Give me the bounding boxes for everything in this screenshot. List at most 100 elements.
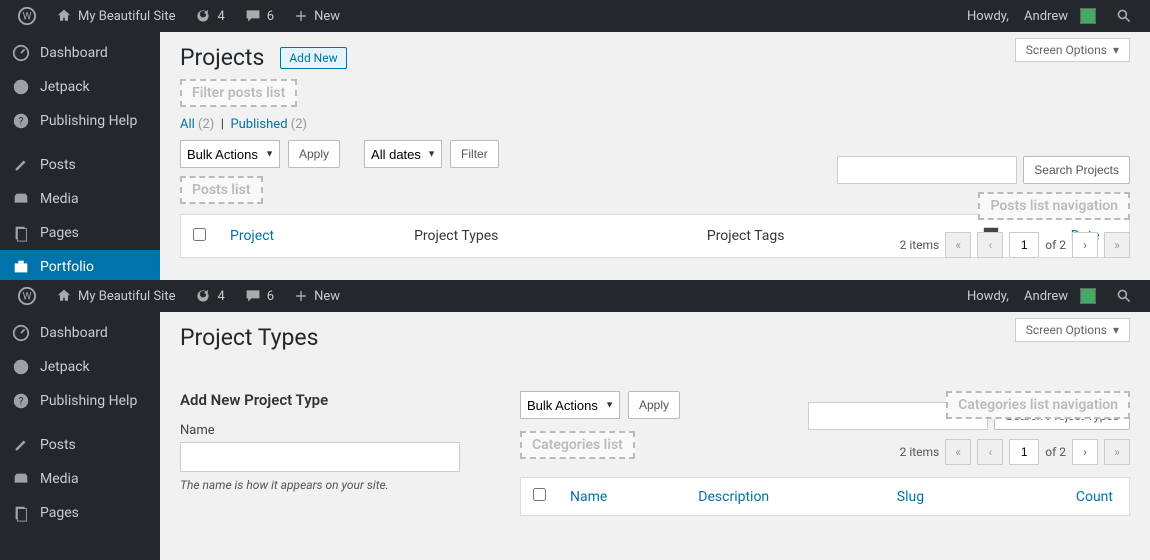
- current-page-input[interactable]: [1009, 439, 1039, 465]
- account-link[interactable]: Howdy, Andrew: [957, 0, 1106, 32]
- sidebar-item-label: Media: [40, 471, 79, 487]
- sidebar-item-label: Publishing Help: [40, 393, 137, 409]
- sidebar-item-publishing-help[interactable]: ? Publishing Help: [0, 384, 160, 418]
- bulk-actions-select[interactable]: Bulk Actions: [520, 391, 620, 419]
- sidebar-item-posts[interactable]: Posts: [0, 148, 160, 182]
- sidebar-item-jetpack[interactable]: Jetpack: [0, 70, 160, 104]
- site-name: My Beautiful Site: [78, 9, 175, 24]
- search-button[interactable]: Search Projects: [1023, 156, 1130, 184]
- prev-page-button[interactable]: ‹: [977, 439, 1003, 465]
- new-link[interactable]: New: [284, 0, 350, 32]
- term-name-input[interactable]: [180, 442, 460, 472]
- sidebar-item-media[interactable]: Media: [0, 182, 160, 216]
- search-input[interactable]: [837, 156, 1017, 184]
- form-heading: Add New Project Type: [180, 391, 500, 409]
- svg-text:?: ?: [19, 117, 24, 128]
- site-link[interactable]: My Beautiful Site: [46, 0, 185, 32]
- add-new-button[interactable]: Add New: [280, 47, 346, 69]
- screen-options-toggle[interactable]: Screen Options ▾: [1015, 318, 1130, 342]
- sidebar-item-label: Pages: [40, 225, 79, 241]
- wp-logo[interactable]: W: [8, 280, 46, 312]
- admin-sidebar: Dashboard Jetpack ? Publishing Help Posts…: [0, 312, 160, 560]
- filter-button[interactable]: Filter: [450, 140, 499, 168]
- filter-all-count: (2): [198, 117, 214, 132]
- wp-logo[interactable]: W: [8, 0, 46, 32]
- page-title: Projects: [180, 44, 264, 71]
- sidebar-item-label: Posts: [40, 157, 76, 173]
- sidebar-item-label: Pages: [40, 505, 79, 521]
- svg-text:W: W: [23, 12, 32, 23]
- updates-link[interactable]: 4: [185, 0, 234, 32]
- account-link[interactable]: Howdy, Andrew: [957, 280, 1106, 312]
- sidebar-item-jetpack[interactable]: Jetpack: [0, 350, 160, 384]
- sidebar-item-label: Portfolio: [40, 259, 94, 275]
- search-toggle[interactable]: [1106, 0, 1142, 32]
- sidebar-item-pages[interactable]: Pages: [0, 496, 160, 530]
- items-count: 2 items: [900, 238, 940, 252]
- sidebar-item-label: Media: [40, 191, 79, 207]
- next-page-button[interactable]: ›: [1072, 439, 1098, 465]
- site-link[interactable]: My Beautiful Site: [46, 280, 185, 312]
- col-count[interactable]: Count: [1076, 489, 1113, 505]
- comments-link[interactable]: 6: [235, 280, 284, 312]
- col-project[interactable]: Project: [230, 228, 274, 244]
- apply-bulk-button[interactable]: Apply: [288, 140, 340, 168]
- main-content: Screen Options▾ Projects Add New Filter …: [160, 32, 1150, 280]
- user-name: Andrew: [1024, 9, 1068, 24]
- sidebar-item-label: Publishing Help: [40, 113, 137, 129]
- col-name[interactable]: Name: [570, 489, 607, 505]
- last-page-button[interactable]: »: [1104, 232, 1130, 258]
- comments-count: 6: [267, 9, 274, 24]
- search-toggle[interactable]: [1106, 280, 1142, 312]
- new-label: New: [314, 9, 340, 24]
- next-page-button[interactable]: ›: [1072, 232, 1098, 258]
- new-label: New: [314, 289, 340, 304]
- sidebar-item-media[interactable]: Media: [0, 462, 160, 496]
- name-hint: The name is how it appears on your site.: [180, 478, 500, 492]
- col-description[interactable]: Description: [698, 489, 769, 505]
- chevron-down-icon: ▾: [1113, 323, 1119, 337]
- current-page-input[interactable]: [1009, 232, 1039, 258]
- col-project-types: Project Types: [402, 215, 695, 258]
- comments-count: 6: [267, 289, 274, 304]
- svg-text:?: ?: [19, 397, 24, 408]
- updates-count: 4: [217, 289, 224, 304]
- updates-link[interactable]: 4: [185, 280, 234, 312]
- apply-bulk-button[interactable]: Apply: [628, 391, 680, 419]
- date-filter-select[interactable]: All dates: [364, 140, 442, 168]
- sidebar-item-label: Dashboard: [40, 45, 108, 61]
- terms-table: Name Description Slug Count: [520, 477, 1130, 516]
- new-link[interactable]: New: [284, 280, 350, 312]
- sidebar-item-pages[interactable]: Pages: [0, 216, 160, 250]
- first-page-button[interactable]: «: [945, 439, 971, 465]
- prev-page-button[interactable]: ‹: [977, 232, 1003, 258]
- svg-text:W: W: [23, 292, 32, 303]
- screen-options-label: Screen Options: [1026, 323, 1107, 337]
- col-slug[interactable]: Slug: [897, 489, 924, 505]
- screen-options-label: Screen Options: [1026, 43, 1107, 57]
- sidebar-item-dashboard[interactable]: Dashboard: [0, 36, 160, 70]
- sidebar-item-publishing-help[interactable]: ? Publishing Help: [0, 104, 160, 138]
- page-of-label: of 2: [1045, 238, 1066, 252]
- updates-count: 4: [217, 9, 224, 24]
- select-all-checkbox[interactable]: [533, 488, 546, 501]
- sidebar-item-label: Dashboard: [40, 325, 108, 341]
- filter-published-link[interactable]: Published: [230, 117, 287, 132]
- howdy-prefix: Howdy,: [967, 289, 1009, 304]
- screen-options-toggle[interactable]: Screen Options▾: [1015, 38, 1130, 62]
- user-name: Andrew: [1024, 289, 1068, 304]
- sidebar-item-dashboard[interactable]: Dashboard: [0, 316, 160, 350]
- name-label: Name: [180, 423, 215, 438]
- main-content: Screen Options▾ Project Types Search Pro…: [160, 312, 1150, 560]
- page-of-label: of 2: [1045, 445, 1066, 459]
- sidebar-item-portfolio[interactable]: Portfolio: [0, 250, 160, 280]
- separator: |: [221, 117, 224, 132]
- comments-link[interactable]: 6: [235, 0, 284, 32]
- filter-published-count: (2): [291, 117, 307, 132]
- first-page-button[interactable]: «: [945, 232, 971, 258]
- bulk-actions-select[interactable]: Bulk Actions: [180, 140, 280, 168]
- filter-all-link[interactable]: All: [180, 117, 195, 132]
- sidebar-item-posts[interactable]: Posts: [0, 428, 160, 462]
- last-page-button[interactable]: »: [1104, 439, 1130, 465]
- select-all-checkbox[interactable]: [193, 228, 206, 241]
